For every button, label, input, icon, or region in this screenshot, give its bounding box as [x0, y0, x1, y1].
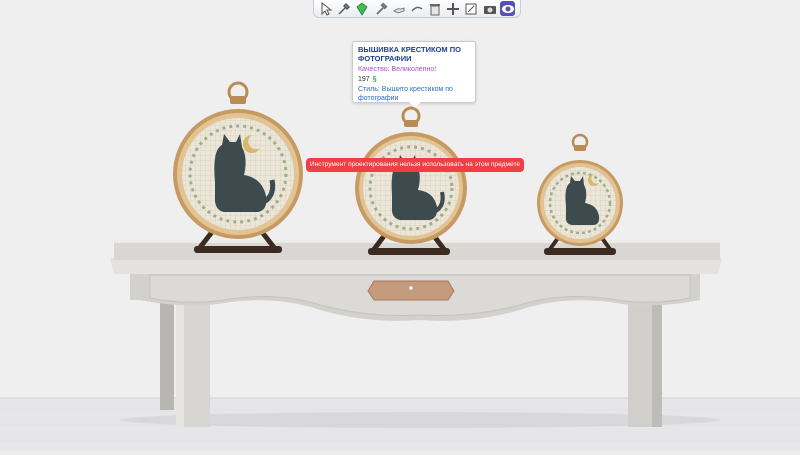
- select-tool-button[interactable]: [319, 1, 334, 16]
- rotate-icon: [411, 6, 423, 11]
- design-tool-warning: Инструмент проектирования нельзя использ…: [306, 158, 524, 172]
- sell-tool-button[interactable]: [428, 1, 443, 16]
- hammer-icon: [376, 1, 388, 15]
- live-mode-icon: [501, 4, 514, 13]
- move-tool-button[interactable]: [446, 1, 461, 16]
- object-tooltip: ВЫШИВКА КРЕСТИКОМ ПО ФОТОГРАФИИ Качество…: [352, 41, 476, 108]
- camera-tool-button[interactable]: [482, 1, 497, 16]
- cut-icon: [465, 3, 477, 14]
- hand-icon: [393, 6, 405, 13]
- move-icon: [447, 2, 460, 15]
- object-name: ВЫШИВКА КРЕСТИКОМ ПО ФОТОГРАФИИ: [358, 45, 461, 63]
- object-style: Стиль: Вышито крестиком по фотографии: [358, 86, 453, 102]
- eyedropper-icon: [338, 2, 351, 14]
- object-price: 197 §: [358, 75, 470, 84]
- eyedropper-tool-button[interactable]: [337, 1, 352, 16]
- green-diamond-icon: [356, 1, 368, 16]
- cursor-arrow-icon: [321, 1, 333, 16]
- price-value: 197: [358, 76, 370, 83]
- camera-icon: [483, 5, 496, 14]
- hand-tool-button[interactable]: [391, 1, 406, 16]
- sledgehammer-tool-button[interactable]: [373, 1, 388, 16]
- build-toolbar: [313, 0, 521, 18]
- simoleon-icon: §: [372, 76, 377, 83]
- live-mode-tool-button[interactable]: [500, 1, 516, 16]
- cut-tool-button[interactable]: [464, 1, 479, 16]
- trash-icon: [430, 3, 441, 15]
- object-quality: Качество: Великолепно!: [358, 66, 437, 73]
- rotate-tool-button[interactable]: [409, 1, 424, 16]
- design-tool-button[interactable]: [355, 1, 370, 16]
